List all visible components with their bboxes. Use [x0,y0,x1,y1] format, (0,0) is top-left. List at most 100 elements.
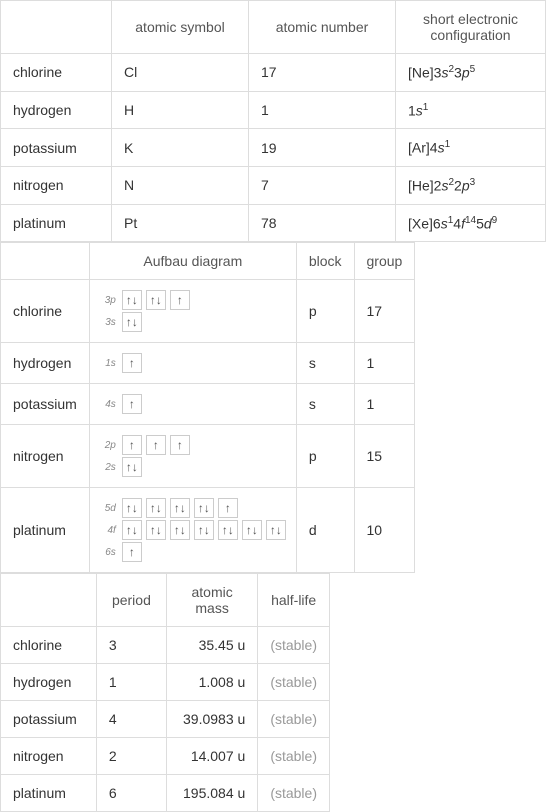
electronic-config: [He]2s22p3 [396,166,546,204]
element-name: potassium [1,384,90,425]
atomic-mass: 39.0983 u [166,701,257,738]
orbital-box: ↑↓ [218,520,238,540]
header-electronic-config: short electronic configuration [396,1,546,54]
block: p [296,425,354,488]
orbital-box: ↑ [122,435,142,455]
element-name: platinum [1,775,97,812]
orbital-row: 3p↑↓↑↓↑ [100,290,286,310]
header-block: block [296,243,354,280]
half-life: (stable) [258,664,330,701]
element-name: platinum [1,204,112,242]
header-group: group [354,243,415,280]
group: 17 [354,280,415,343]
orbital-box: ↑↓ [122,457,142,477]
half-life: (stable) [258,627,330,664]
header-atomic-number: atomic number [249,1,396,54]
header-atomic-mass: atomic mass [166,574,257,627]
orbital-row: 6s↑ [100,542,286,562]
orbital-box: ↑ [170,290,190,310]
electronic-config: [Ne]3s23p5 [396,54,546,92]
header-blank [1,574,97,627]
orbital-box: ↑↓ [122,290,142,310]
table-header-row: period atomic mass half-life [1,574,330,627]
period: 2 [96,738,166,775]
orbital-box: ↑↓ [146,290,166,310]
table-row: platinumPt78[Xe]6s14f145d9 [1,204,546,242]
element-name: potassium [1,129,112,167]
element-name: potassium [1,701,97,738]
element-name: hydrogen [1,343,90,384]
atomic-mass: 195.084 u [166,775,257,812]
orbital-box: ↑↓ [122,312,142,332]
aufbau-diagram: 3p↑↓↑↓↑ 3s ↑↓ [89,280,296,343]
orbital-box: ↑ [122,353,142,373]
orbital-box: ↑↓ [266,520,286,540]
orbital-box: ↑↓ [170,520,190,540]
orbital-label: 2s [100,462,116,473]
electronic-config: [Xe]6s14f145d9 [396,204,546,242]
orbital-box: ↑↓ [170,498,190,518]
element-name: platinum [1,488,90,573]
header-aufbau: Aufbau diagram [89,243,296,280]
element-name: chlorine [1,280,90,343]
orbital-box: ↑ [170,435,190,455]
element-name: nitrogen [1,166,112,204]
orbital-label: 1s [100,358,116,369]
aufbau-diagram: 4s ↑ [89,384,296,425]
table-row: potassium4s↑s1 [1,384,415,425]
atomic-symbol: H [112,91,249,129]
orbital-box: ↑↓ [194,498,214,518]
atomic-symbol: Pt [112,204,249,242]
atomic-mass: 14.007 u [166,738,257,775]
orbital-box: ↑ [218,498,238,518]
table-header-row: Aufbau diagram block group [1,243,415,280]
atomic-mass: 35.45 u [166,627,257,664]
electronic-config: 1s1 [396,91,546,129]
header-half-life: half-life [258,574,330,627]
table-row: potassiumK19[Ar]4s1 [1,129,546,167]
table-row: platinum6195.084 u(stable) [1,775,330,812]
element-properties-table-2: Aufbau diagram block group chlorine 3p↑↓↑… [0,242,415,573]
period: 3 [96,627,166,664]
block: s [296,343,354,384]
orbital-box: ↑↓ [194,520,214,540]
atomic-symbol: N [112,166,249,204]
group: 1 [354,343,415,384]
half-life: (stable) [258,775,330,812]
orbital-label: 3s [100,317,116,328]
atomic-number: 17 [249,54,396,92]
period: 6 [96,775,166,812]
element-name: nitrogen [1,425,90,488]
table-row: potassium439.0983 u(stable) [1,701,330,738]
table-header-row: atomic symbol atomic number short electr… [1,1,546,54]
header-period: period [96,574,166,627]
period: 1 [96,664,166,701]
half-life: (stable) [258,738,330,775]
orbital-box: ↑ [146,435,166,455]
orbital-row: 3s ↑↓ [100,312,286,332]
orbital-box: ↑↓ [242,520,262,540]
aufbau-diagram: 1s ↑ [89,343,296,384]
orbital-label: 5d [100,503,116,514]
orbital-box: ↑ [122,394,142,414]
orbital-row: 4f↑↓↑↓↑↓↑↓↑↓↑↓↑↓ [100,520,286,540]
table-row: chlorine3p↑↓↑↓↑3s↑↓p17 [1,280,415,343]
atomic-number: 78 [249,204,396,242]
element-properties-table-1: atomic symbol atomic number short electr… [0,0,546,242]
orbital-label: 4s [100,399,116,410]
element-name: hydrogen [1,91,112,129]
orbital-row: 2s ↑↓ [100,457,286,477]
table-row: hydrogenH11s1 [1,91,546,129]
table-row: nitrogenN7[He]2s22p3 [1,166,546,204]
block: s [296,384,354,425]
orbital-box: ↑↓ [122,520,142,540]
orbital-box: ↑↓ [146,498,166,518]
atomic-number: 7 [249,166,396,204]
atomic-number: 1 [249,91,396,129]
atomic-mass: 1.008 u [166,664,257,701]
table-row: platinum5d↑↓↑↓↑↓↑↓↑4f↑↓↑↓↑↓↑↓↑↓↑↓↑↓6s↑d1… [1,488,415,573]
group: 10 [354,488,415,573]
orbital-row: 2p↑↑↑ [100,435,286,455]
table-row: nitrogen214.007 u(stable) [1,738,330,775]
header-blank [1,243,90,280]
